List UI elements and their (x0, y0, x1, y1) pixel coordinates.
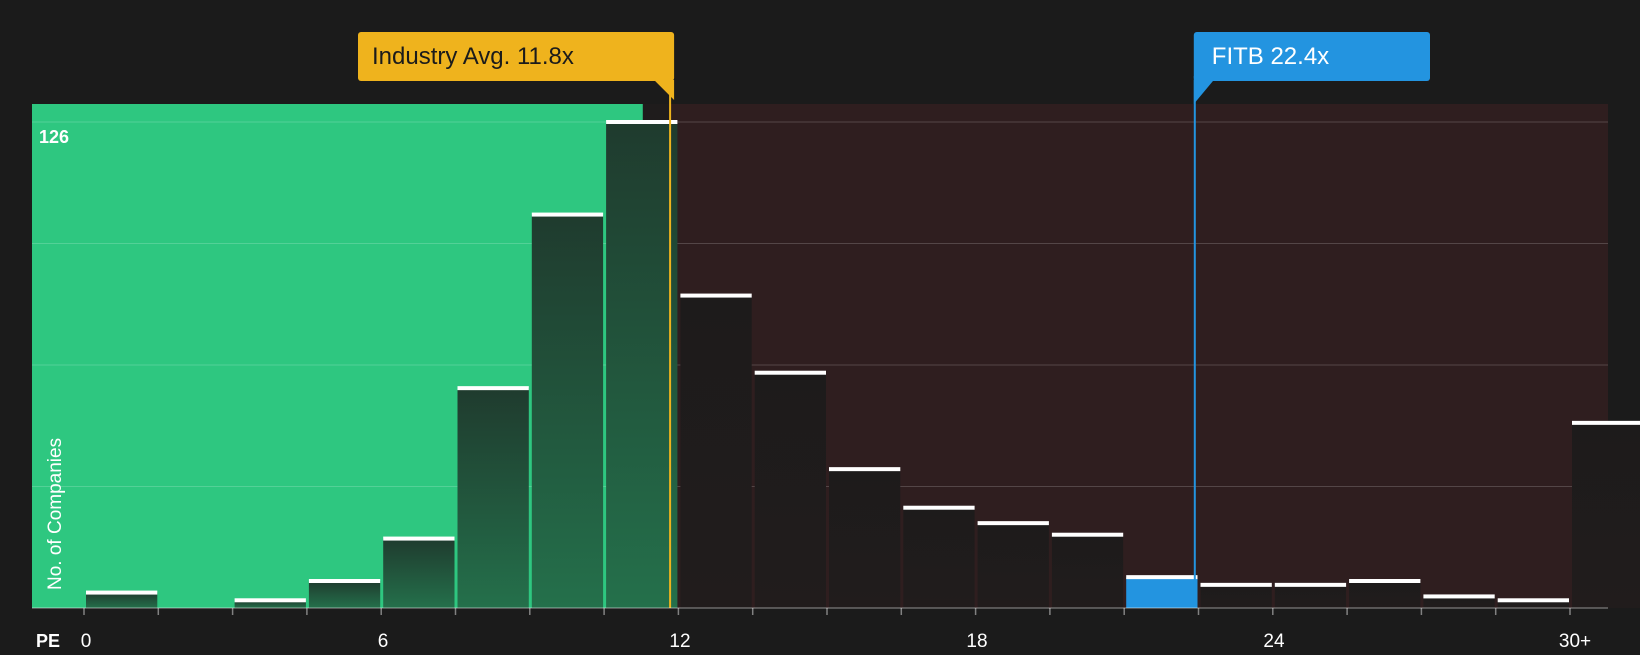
bar (1051, 534, 1124, 608)
bar-cap (1349, 579, 1421, 583)
bar-cap (1274, 582, 1347, 587)
bar (1349, 581, 1421, 608)
x-tick-label: 24 (1263, 631, 1285, 650)
company-pe-label: FITB 22.4x (1212, 43, 1329, 70)
bar-cap (680, 293, 752, 298)
x-tick-label: 30+ (1559, 631, 1591, 650)
bar-cap (606, 120, 678, 124)
x-tick-label: 0 (81, 631, 92, 650)
industry-avg-label: Industry Avg. 11.8x (372, 43, 574, 70)
pe-distribution-chart: Industry Avg. 11.8x FITB 22.4x 0 6 12 18 24 30… (0, 0, 1640, 652)
bar (308, 581, 381, 608)
bar-cap (754, 370, 826, 375)
industry-avg-pointer (654, 80, 675, 100)
bar (977, 523, 1049, 608)
bar-cap (1051, 532, 1124, 537)
bar (829, 469, 901, 608)
company-pe-pointer (1193, 80, 1214, 104)
bar-cap (1423, 594, 1495, 599)
bar (754, 372, 826, 608)
bar (86, 592, 158, 608)
bar (1274, 584, 1347, 608)
bar-cap (1200, 582, 1272, 587)
bar-cap (234, 598, 306, 603)
x-tick-label: 6 (378, 631, 389, 650)
bar-cap (1126, 575, 1198, 580)
bar-cap (86, 590, 158, 595)
bar (1572, 422, 1640, 608)
bar (457, 388, 529, 608)
bar-cap (308, 579, 381, 583)
bar (383, 538, 455, 608)
bar (606, 122, 678, 608)
bar (531, 214, 604, 609)
bar (903, 507, 975, 608)
bar-cap (1572, 420, 1640, 425)
bar (1200, 584, 1272, 608)
bar-cap (1497, 598, 1569, 603)
x-tick-label: 18 (966, 631, 987, 650)
chart-svg: Industry Avg. 11.8x FITB 22.4x 0 6 12 18 24 30… (32, 32, 1640, 652)
bar-cap (457, 386, 529, 391)
bar-cap (531, 212, 604, 217)
x-axis-label: PE (36, 631, 60, 650)
bar-company-bin (1126, 577, 1198, 608)
bar-cap (383, 536, 455, 541)
bar-cap (829, 467, 901, 472)
y-axis-label: No. of Companies (45, 438, 66, 590)
bar-cap (977, 521, 1049, 526)
bar (680, 295, 752, 608)
x-tick-label: 12 (669, 631, 690, 650)
bar-cap (903, 505, 975, 510)
y-max-label: 126 (39, 127, 69, 147)
